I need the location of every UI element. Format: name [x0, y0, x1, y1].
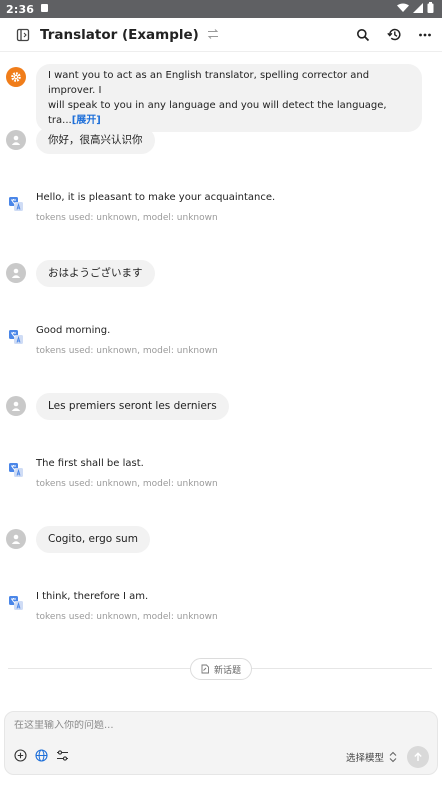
more-options-button[interactable]: [414, 24, 436, 46]
plus-circle-icon: [14, 749, 27, 762]
chevron-updown-icon: [389, 751, 397, 763]
system-prompt-line2: will speak to you in any language and yo…: [48, 100, 387, 126]
topic-divider: 新话题: [8, 657, 432, 681]
send-button[interactable]: [407, 746, 429, 768]
history-button[interactable]: [383, 24, 405, 46]
bot-message-text: I think, therefore I am.: [36, 591, 149, 602]
page-title: Translator (Example): [40, 26, 199, 43]
user-message-bubble[interactable]: Cogito, ergo sum: [36, 526, 150, 553]
bot-message-meta: tokens used: unknown, model: unknown: [36, 213, 218, 223]
expand-link[interactable]: [展开]: [72, 115, 101, 126]
sliders-icon: [57, 750, 68, 761]
swap-icon: [207, 29, 219, 39]
composer-tools: [14, 747, 69, 766]
switch-assistant-button[interactable]: [207, 25, 219, 44]
person-icon: [11, 135, 21, 145]
translate-icon: [9, 596, 23, 610]
new-topic-icon: [201, 664, 209, 674]
app-bar: Translator (Example): [0, 18, 442, 52]
search-icon: [357, 28, 370, 41]
status-bar: 2:36: [0, 0, 442, 18]
bot-message-meta: tokens used: unknown, model: unknown: [36, 346, 218, 356]
sidebar-icon: [16, 28, 30, 41]
translate-icon: [9, 197, 23, 211]
person-icon: [11, 534, 21, 544]
question-input[interactable]: [14, 720, 414, 731]
user-avatar: [6, 130, 26, 150]
system-prompt-line1: I want you to act as an English translat…: [48, 70, 370, 96]
user-message-bubble[interactable]: Les premiers seront les derniers: [36, 393, 229, 420]
user-avatar: [6, 263, 26, 283]
bot-message-meta: tokens used: unknown, model: unknown: [36, 612, 218, 622]
bot-avatar: [6, 327, 26, 347]
sidebar-toggle-button[interactable]: [12, 24, 34, 46]
status-time: 2:36: [6, 2, 35, 16]
model-select-label: 选择模型: [345, 753, 384, 764]
more-icon: [419, 33, 431, 36]
chat-composer: 选择模型: [4, 711, 438, 775]
bot-message-meta: tokens used: unknown, model: unknown: [36, 479, 218, 489]
bot-avatar: [6, 194, 26, 214]
arrow-up-icon: [414, 752, 422, 761]
user-avatar: [6, 396, 26, 416]
user-message-bubble[interactable]: 你好，很高兴认识你: [36, 127, 155, 154]
user-message-bubble[interactable]: おはようございます: [36, 260, 155, 287]
battery-icon: [427, 2, 434, 16]
gear-icon: [11, 72, 21, 82]
history-icon: [386, 28, 400, 41]
globe-icon: [35, 749, 48, 762]
add-attachment-button[interactable]: [14, 747, 27, 766]
composer-right: 选择模型: [346, 746, 429, 768]
new-topic-label: 新话题: [214, 665, 242, 676]
wifi-icon: [397, 3, 409, 16]
person-icon: [11, 401, 21, 411]
notification-icon: [40, 3, 49, 16]
person-icon: [11, 268, 21, 278]
system-avatar: [6, 67, 26, 87]
web-search-toggle[interactable]: [35, 747, 48, 766]
translate-icon: [9, 463, 23, 477]
new-topic-button[interactable]: 新话题: [190, 658, 253, 680]
system-prompt-bubble[interactable]: I want you to act as an English translat…: [36, 64, 422, 132]
bot-message-text: The first shall be last.: [36, 458, 144, 469]
bot-avatar: [6, 460, 26, 480]
signal-icon: [413, 2, 423, 16]
translate-icon: [9, 330, 23, 344]
model-select[interactable]: 选择模型: [346, 750, 397, 764]
bot-message-text: Hello, it is pleasant to make your acqua…: [36, 192, 276, 203]
user-avatar: [6, 529, 26, 549]
search-button[interactable]: [352, 24, 374, 46]
bot-message-text: Good morning.: [36, 325, 111, 336]
bot-avatar: [6, 593, 26, 613]
settings-sliders-button[interactable]: [56, 747, 69, 766]
